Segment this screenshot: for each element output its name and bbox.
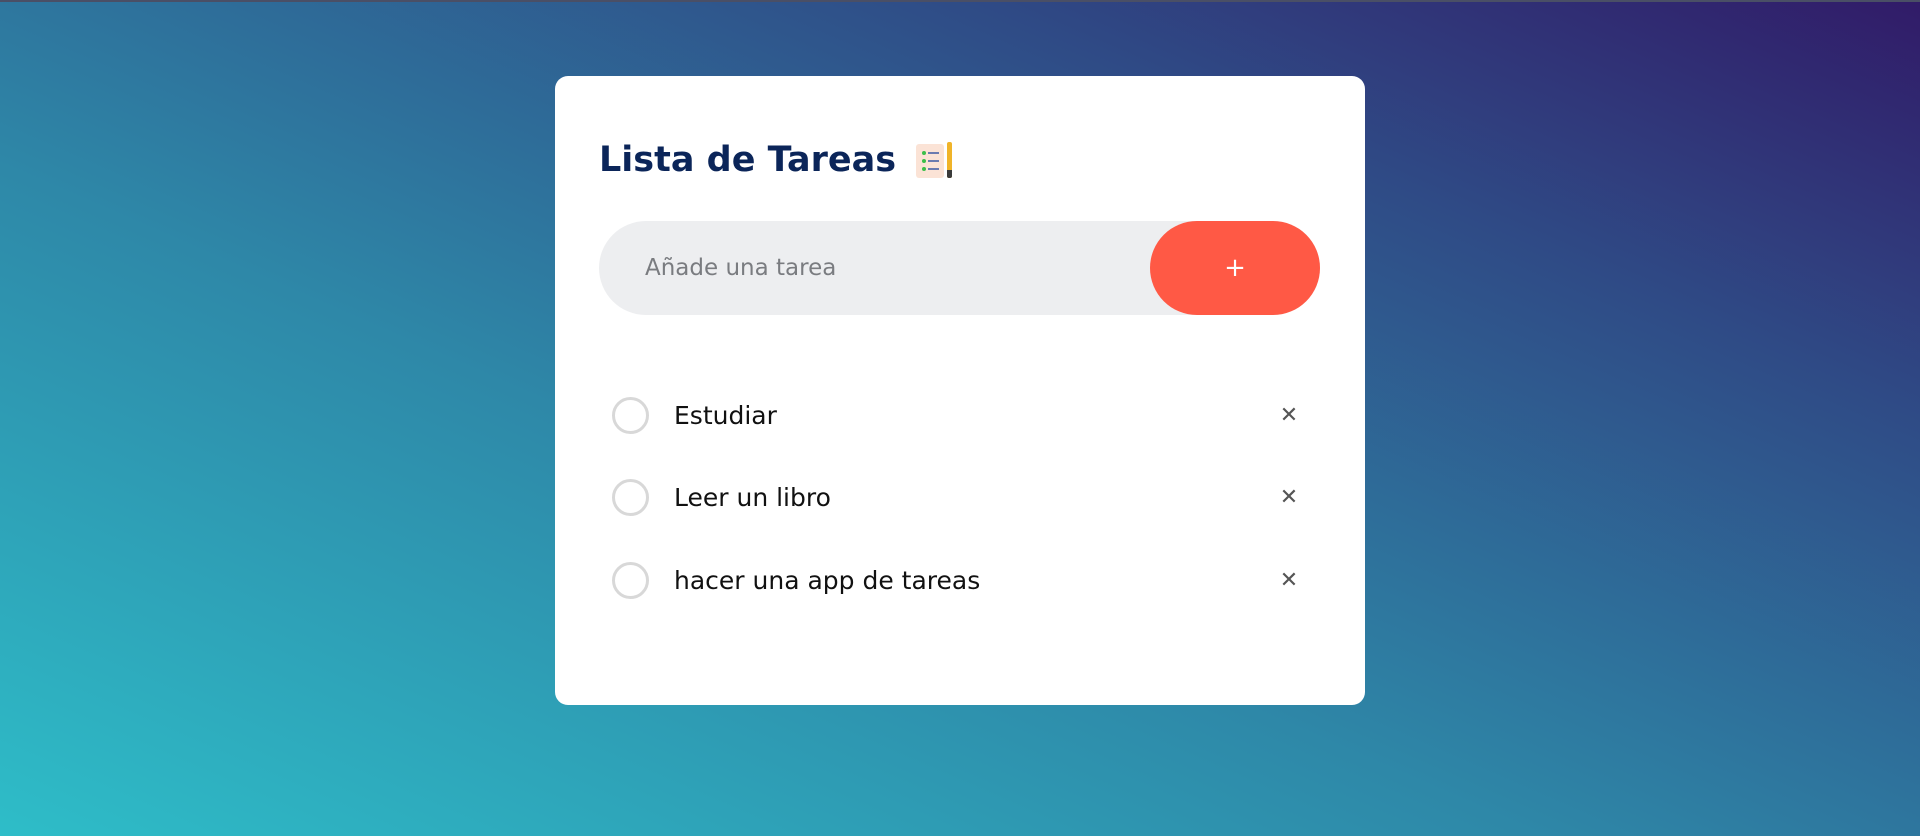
task-text[interactable]: Leer un libro bbox=[674, 478, 831, 518]
list-item: Estudiar ✕ bbox=[599, 396, 1320, 440]
task-text[interactable]: Estudiar bbox=[674, 396, 777, 436]
close-icon[interactable]: ✕ bbox=[1272, 480, 1306, 514]
page-title: Lista de Tareas bbox=[599, 138, 954, 182]
task-checkbox[interactable] bbox=[612, 397, 649, 434]
task-checkbox[interactable] bbox=[612, 562, 649, 599]
add-task-button[interactable]: + bbox=[1150, 221, 1320, 315]
task-input[interactable] bbox=[599, 221, 1139, 315]
close-icon[interactable]: ✕ bbox=[1272, 563, 1306, 597]
close-icon[interactable]: ✕ bbox=[1272, 398, 1306, 432]
page-title-text: Lista de Tareas bbox=[599, 140, 897, 180]
list-item: Leer un libro ✕ bbox=[599, 478, 1320, 522]
notepad-pencil-icon bbox=[914, 140, 954, 180]
add-task-row: + bbox=[599, 221, 1320, 315]
list-item: hacer una app de tareas ✕ bbox=[599, 561, 1320, 605]
todo-card: Lista de Tareas + Estudiar ✕ Leer un lib… bbox=[555, 76, 1365, 705]
task-text[interactable]: hacer una app de tareas bbox=[674, 561, 980, 601]
task-checkbox[interactable] bbox=[612, 479, 649, 516]
window-top-border bbox=[0, 0, 1920, 2]
